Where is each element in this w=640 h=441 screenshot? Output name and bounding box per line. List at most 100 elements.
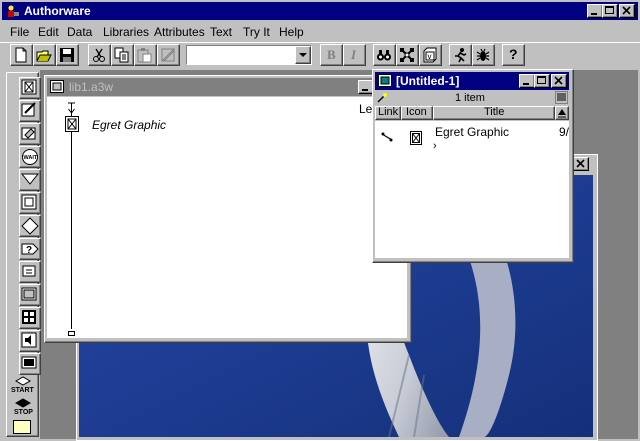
italic-button[interactable]: I (343, 44, 366, 66)
app-icon (5, 3, 21, 19)
column-title[interactable]: Title (433, 106, 555, 120)
stop-flag-icon[interactable] (14, 398, 32, 408)
cut-button[interactable] (88, 44, 111, 66)
palette-decision-icon[interactable] (19, 215, 41, 237)
library-maximize-button[interactable] (534, 74, 550, 88)
menu-edit[interactable]: Edit (38, 25, 59, 39)
column-link-label: Link (378, 106, 399, 118)
menu-file[interactable]: File (10, 25, 29, 39)
svg-text:?: ? (26, 245, 32, 256)
stop-label: STOP (14, 409, 33, 416)
run-button[interactable] (449, 44, 472, 66)
palette-map-icon[interactable] (19, 284, 41, 306)
help-button[interactable]: ? (502, 44, 525, 66)
save-icon (60, 48, 74, 62)
disabled-button[interactable] (157, 44, 180, 66)
library-item-count: 1 item (455, 92, 485, 104)
library-info-bar: 1 item (375, 91, 569, 105)
app-titlebar: Authorware (2, 2, 638, 20)
link-icon (381, 132, 393, 142)
library-close-button[interactable] (551, 74, 567, 88)
help-label: ? (509, 46, 518, 62)
color-swatch[interactable] (13, 420, 31, 434)
flowline-window: lib1.a3w Lev Egret Graphic (44, 75, 412, 343)
flowline-titlebar: lib1.a3w (47, 78, 407, 96)
start-label: START (11, 387, 34, 394)
menu-libraries[interactable]: Libraries (103, 25, 149, 39)
minimize-button[interactable] (587, 4, 603, 18)
paste-icon (137, 48, 152, 63)
palette-navigate-icon[interactable] (19, 169, 41, 191)
open-button[interactable] (33, 44, 56, 66)
palette-interaction-icon[interactable]: ? (19, 238, 41, 260)
library-row[interactable]: Egret Graphic › 9/: (375, 121, 569, 152)
palette-erase-icon[interactable] (19, 123, 41, 145)
palette-calculation-icon[interactable] (19, 261, 41, 283)
sort-order-button[interactable] (555, 106, 569, 120)
maximize-button[interactable] (602, 4, 618, 18)
italic-label: I (351, 47, 357, 62)
display-icon (410, 131, 422, 145)
menu-data[interactable]: Data (67, 25, 92, 39)
bold-button[interactable]: B (320, 44, 343, 66)
library-window: [Untitled-1] 1 item Link Icon Title Egre… (372, 69, 574, 263)
svg-text:WAIT: WAIT (24, 155, 38, 161)
cut-icon (93, 48, 105, 62)
expand-chevron-icon[interactable]: › (433, 140, 437, 152)
flowline-start-marker (67, 102, 76, 114)
menu-tryit[interactable]: Try It (243, 25, 270, 39)
flowline-line (71, 107, 72, 329)
menu-attributes[interactable]: Attributes (154, 25, 205, 39)
copy-button[interactable] (111, 44, 134, 66)
menu-text[interactable]: Text (210, 25, 232, 39)
debug-button[interactable] (472, 44, 495, 66)
palette-framework-icon[interactable] (19, 192, 41, 214)
palette-display-icon[interactable] (19, 77, 41, 99)
presentation-close-button[interactable] (573, 157, 589, 171)
close-button[interactable] (619, 4, 635, 18)
new-file-button[interactable] (10, 44, 33, 66)
disabled-icon (161, 48, 175, 62)
library-file-icon (50, 80, 64, 93)
sort-icon (558, 109, 566, 118)
flowline-title: lib1.a3w (69, 80, 114, 94)
palette-sound-icon[interactable] (19, 330, 41, 352)
grid-button[interactable] (396, 44, 419, 66)
palette-movie-icon[interactable] (19, 307, 41, 329)
library-column-header: Link Icon Title (375, 106, 569, 120)
new-file-icon (15, 47, 27, 63)
column-link[interactable]: Link (375, 106, 401, 120)
flowline-end-marker (68, 327, 75, 336)
menu-bar: File Edit Data Libraries Attributes Text… (0, 22, 640, 40)
variables-button[interactable]: v (419, 44, 442, 66)
library-row-title: Egret Graphic (435, 125, 510, 139)
bold-label: B (327, 47, 336, 62)
column-icon[interactable]: Icon (401, 106, 433, 120)
variables-icon: v (423, 47, 437, 63)
debug-icon (476, 48, 490, 61)
find-button[interactable] (373, 44, 396, 66)
dropdown-arrow-button[interactable] (295, 46, 311, 64)
paste-button[interactable] (134, 44, 157, 66)
palette-video-icon[interactable] (19, 353, 41, 375)
grid-icon (400, 48, 414, 62)
library-list: Egret Graphic › 9/: (375, 121, 569, 258)
svg-text:v: v (428, 52, 432, 61)
save-button[interactable] (56, 44, 79, 66)
palette-wait-icon[interactable]: WAIT (19, 146, 41, 168)
view-toggle-icon[interactable] (555, 91, 568, 104)
style-dropdown[interactable] (186, 45, 312, 65)
library-info-icon (376, 92, 388, 104)
find-icon (377, 50, 391, 61)
egret-graphic-display-icon[interactable] (65, 116, 79, 132)
chevron-down-icon (299, 53, 307, 57)
start-flag-icon[interactable] (14, 376, 32, 386)
library-minimize-button[interactable] (519, 74, 535, 88)
palette-animation-icon[interactable] (19, 100, 41, 122)
menu-help[interactable]: Help (279, 25, 304, 39)
open-folder-icon (36, 50, 52, 62)
flowline-icon-title[interactable]: Egret Graphic (92, 118, 166, 132)
app-title: Authorware (24, 4, 91, 18)
run-icon (455, 48, 467, 63)
copy-icon (114, 47, 129, 63)
